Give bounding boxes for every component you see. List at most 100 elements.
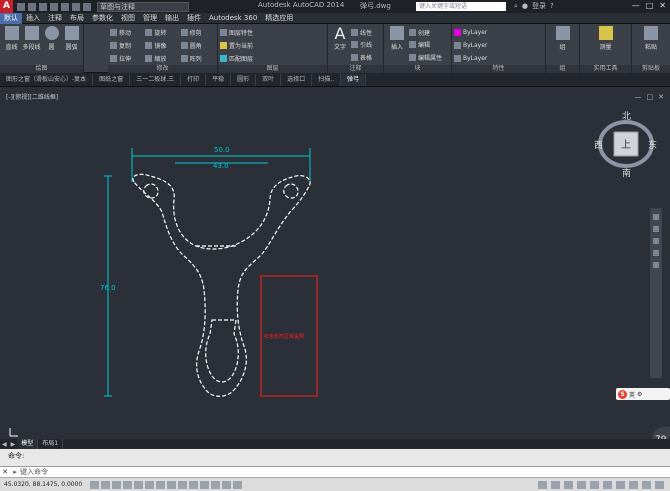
viewcube[interactable]: 北 南 西 东 上	[594, 108, 658, 178]
array-tool[interactable]: 阵列	[180, 52, 215, 64]
snap-mode-icon[interactable]	[101, 480, 110, 489]
annotation-visibility-icon[interactable]	[590, 480, 599, 489]
lineweight-select[interactable]: ByLayer	[454, 52, 543, 64]
command-close-icon[interactable]: ✕	[0, 468, 10, 476]
maximize-button[interactable]: □	[646, 1, 654, 10]
edit-block-tool[interactable]: 编辑	[409, 39, 449, 52]
color-select[interactable]: ByLayer	[454, 26, 543, 38]
file-tab[interactable]: 选择口	[281, 73, 313, 86]
file-tab-active[interactable]: 弹弓	[341, 73, 367, 86]
measure-tool[interactable]: 测量	[582, 26, 629, 64]
open-file-icon[interactable]	[28, 2, 36, 11]
transparency-icon[interactable]	[211, 480, 220, 489]
print-icon[interactable]	[61, 2, 69, 11]
viewport-minimize-button[interactable]: —	[635, 93, 642, 101]
file-tab[interactable]: 双叶	[256, 73, 282, 86]
trim-tool[interactable]: 修剪	[180, 26, 215, 38]
paste-tool[interactable]: 粘贴	[634, 26, 668, 64]
tab-default[interactable]: 默认	[0, 12, 22, 24]
layer-current-tool[interactable]: 置为当前	[220, 39, 325, 51]
clipboard-panel-label[interactable]: 剪贴板	[632, 65, 670, 73]
lock-ui-icon[interactable]	[616, 480, 625, 489]
allow-ucs-icon[interactable]	[178, 480, 187, 489]
autocad-logo-icon[interactable]: A	[0, 0, 13, 13]
ime-language[interactable]: 英	[629, 390, 635, 399]
properties-panel-label[interactable]: 特性	[452, 65, 545, 73]
polar-tracking-icon[interactable]	[134, 480, 143, 489]
draw-panel-label[interactable]: 绘图	[0, 65, 83, 73]
file-tab[interactable]: 扫描..	[312, 73, 342, 86]
search-icon[interactable]: ⌕	[514, 2, 518, 11]
orbit-icon[interactable]	[653, 250, 659, 256]
pan-icon[interactable]	[653, 226, 659, 232]
hardware-acceleration-icon[interactable]	[629, 480, 638, 489]
edit-attribute-tool[interactable]: 编辑属性	[409, 51, 449, 64]
viewport-maximize-button[interactable]: □	[647, 93, 654, 101]
model-space-icon[interactable]	[538, 480, 547, 489]
insert-block-tool[interactable]: 插入	[386, 26, 408, 64]
leader-tool[interactable]: 引线	[351, 39, 381, 52]
modify-panel-label[interactable]: 修改	[108, 65, 217, 73]
annotation-scale-icon[interactable]	[577, 480, 586, 489]
layout-tab-layout1[interactable]: 布局1	[38, 439, 64, 449]
quick-view-layouts-icon[interactable]	[551, 480, 560, 489]
help-icon[interactable]: ?	[550, 2, 554, 10]
object-snap-tracking-icon[interactable]	[167, 480, 176, 489]
isolate-objects-icon[interactable]	[642, 480, 651, 489]
layout-prev-icon[interactable]: ◀	[0, 441, 9, 448]
table-tool[interactable]: 表格	[351, 51, 381, 64]
workspace-select[interactable]: 草图与注释	[97, 1, 189, 12]
file-tab[interactable]: 圆形	[231, 73, 257, 86]
tab-layout[interactable]: 布局	[66, 13, 88, 24]
ime-toolbar[interactable]: S 英 ⚙	[616, 388, 670, 400]
group-tool[interactable]: 组	[548, 26, 577, 64]
mirror-tool[interactable]: 镜像	[145, 39, 179, 51]
layer-match-tool[interactable]: 匹配图层	[220, 52, 325, 64]
dynamic-input-icon[interactable]	[189, 480, 198, 489]
workspace-switching-icon[interactable]	[603, 480, 612, 489]
tab-plugins[interactable]: 插件	[183, 13, 205, 24]
search-input[interactable]: 键入关键字或短语	[416, 2, 506, 11]
zoom-icon[interactable]	[653, 238, 659, 244]
tab-annotate[interactable]: 注释	[44, 13, 66, 24]
line-tool[interactable]: 直线	[2, 26, 21, 64]
text-tool[interactable]: A 文字	[330, 26, 350, 64]
steering-wheel-icon[interactable]	[653, 214, 659, 220]
grid-display-icon[interactable]	[112, 480, 121, 489]
layer-properties-tool[interactable]: 图层特性	[220, 26, 325, 38]
quick-view-drawings-icon[interactable]	[564, 480, 573, 489]
user-icon[interactable]: ●	[522, 2, 528, 10]
login-link[interactable]: 登录	[532, 1, 546, 11]
clean-screen-icon[interactable]	[655, 480, 664, 489]
groups-panel-label[interactable]: 组	[546, 65, 579, 73]
tab-output[interactable]: 输出	[161, 13, 183, 24]
tab-manage[interactable]: 管理	[139, 13, 161, 24]
circle-tool[interactable]: 圆	[42, 26, 61, 64]
block-panel-label[interactable]: 块	[384, 65, 451, 73]
save-as-icon[interactable]	[50, 2, 58, 11]
layout-next-icon[interactable]: ▶	[9, 441, 18, 448]
layout-tab-model[interactable]: 模型	[17, 439, 39, 449]
quick-properties-icon[interactable]	[222, 480, 231, 489]
arc-tool[interactable]: 圆弧	[62, 26, 81, 64]
3d-object-snap-icon[interactable]	[156, 480, 165, 489]
command-customize-icon[interactable]: ▸	[10, 468, 20, 476]
file-tab[interactable]: 打印	[181, 73, 207, 86]
stretch-tool[interactable]: 拉伸	[110, 52, 144, 64]
file-tab[interactable]: 图形之窗（滑板山安心）-复本	[0, 73, 94, 86]
showmotion-icon[interactable]	[653, 262, 659, 268]
dim-linear-tool[interactable]: 线性	[351, 26, 381, 39]
linetype-select[interactable]: ByLayer	[454, 39, 543, 51]
viewport-close-button[interactable]: ✕	[658, 93, 664, 101]
layers-panel-label[interactable]: 图层	[218, 65, 327, 73]
scale-tool[interactable]: 缩放	[145, 52, 179, 64]
lineweight-toggle-icon[interactable]	[200, 480, 209, 489]
tab-featured-apps[interactable]: 精选应用	[261, 13, 297, 24]
tab-autodesk360[interactable]: Autodesk 360	[205, 13, 261, 24]
viewport-label[interactable]: [-][俯视][二维线框]	[6, 92, 58, 101]
selection-cycling-icon[interactable]	[233, 480, 242, 489]
redo-icon[interactable]	[83, 2, 91, 11]
drawing-canvas[interactable]: 50.0 43.0 76.0 红色矩形区域说明	[0, 87, 670, 439]
minimize-button[interactable]: —	[632, 1, 640, 10]
undo-icon[interactable]	[72, 2, 80, 11]
